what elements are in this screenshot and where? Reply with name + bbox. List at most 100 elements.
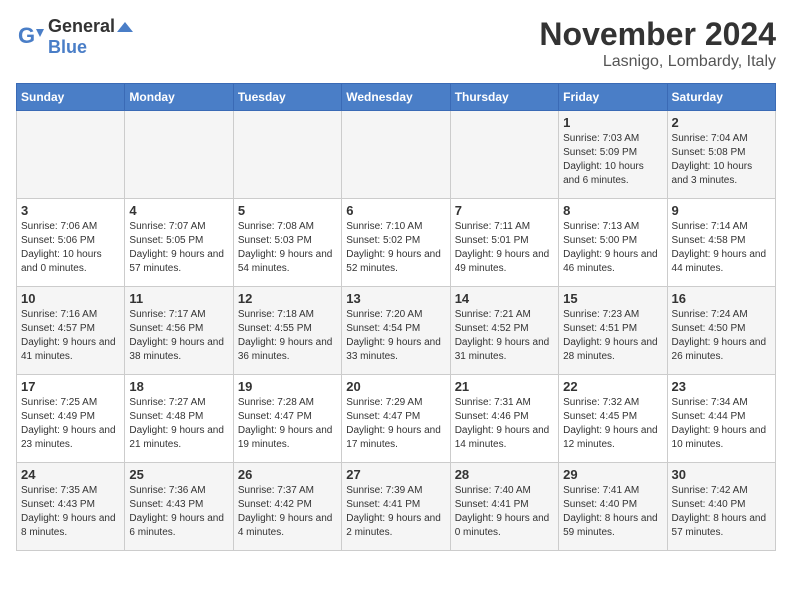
day-number: 23 bbox=[672, 379, 771, 394]
day-info: Sunrise: 7:36 AM Sunset: 4:43 PM Dayligh… bbox=[129, 484, 228, 540]
day-info: Sunrise: 7:24 AM Sunset: 4:50 PM Dayligh… bbox=[672, 308, 771, 364]
calendar-day-cell: 15 Sunrise: 7:23 AM Sunset: 4:51 PM Dayli… bbox=[559, 287, 667, 375]
day-info: Sunrise: 7:39 AM Sunset: 4:41 PM Dayligh… bbox=[346, 484, 445, 540]
calendar-day-cell bbox=[125, 111, 233, 199]
calendar-table: SundayMondayTuesdayWednesdayThursdayFrid… bbox=[16, 83, 776, 551]
logo-icon: G bbox=[16, 23, 44, 51]
calendar-day-cell: 18 Sunrise: 7:27 AM Sunset: 4:48 PM Dayli… bbox=[125, 375, 233, 463]
calendar-day-cell: 16 Sunrise: 7:24 AM Sunset: 4:50 PM Dayli… bbox=[667, 287, 775, 375]
calendar-day-cell: 20 Sunrise: 7:29 AM Sunset: 4:47 PM Dayli… bbox=[342, 375, 450, 463]
day-info: Sunrise: 7:25 AM Sunset: 4:49 PM Dayligh… bbox=[21, 396, 120, 452]
day-number: 3 bbox=[21, 203, 120, 218]
day-number: 18 bbox=[129, 379, 228, 394]
day-number: 11 bbox=[129, 291, 228, 306]
calendar-day-cell: 5Sunrise: 7:08 AM Sunset: 5:03 PM Daylig… bbox=[233, 199, 341, 287]
day-info: Sunrise: 7:03 AM Sunset: 5:09 PM Dayligh… bbox=[563, 132, 662, 188]
calendar-day-cell: 11 Sunrise: 7:17 AM Sunset: 4:56 PM Dayli… bbox=[125, 287, 233, 375]
calendar-header-cell: Sunday bbox=[17, 84, 125, 111]
day-info: Sunrise: 7:13 AM Sunset: 5:00 PM Dayligh… bbox=[563, 220, 662, 276]
day-number: 24 bbox=[21, 467, 120, 482]
day-number: 21 bbox=[455, 379, 554, 394]
day-number: 4 bbox=[129, 203, 228, 218]
day-number: 20 bbox=[346, 379, 445, 394]
calendar-day-cell: 9Sunrise: 7:14 AM Sunset: 4:58 PM Daylig… bbox=[667, 199, 775, 287]
calendar-day-cell: 13 Sunrise: 7:20 AM Sunset: 4:54 PM Dayli… bbox=[342, 287, 450, 375]
day-info: Sunrise: 7:23 AM Sunset: 4:51 PM Dayligh… bbox=[563, 308, 662, 364]
calendar-header-row: SundayMondayTuesdayWednesdayThursdayFrid… bbox=[17, 84, 776, 111]
day-number: 15 bbox=[563, 291, 662, 306]
day-info: Sunrise: 7:06 AM Sunset: 5:06 PM Dayligh… bbox=[21, 220, 120, 276]
day-info: Sunrise: 7:40 AM Sunset: 4:41 PM Dayligh… bbox=[455, 484, 554, 540]
calendar-header-cell: Friday bbox=[559, 84, 667, 111]
main-title: November 2024 bbox=[539, 16, 776, 53]
calendar-day-cell: 19 Sunrise: 7:28 AM Sunset: 4:47 PM Dayli… bbox=[233, 375, 341, 463]
day-info: Sunrise: 7:29 AM Sunset: 4:47 PM Dayligh… bbox=[346, 396, 445, 452]
calendar-day-cell: 12 Sunrise: 7:18 AM Sunset: 4:55 PM Dayli… bbox=[233, 287, 341, 375]
day-number: 8 bbox=[563, 203, 662, 218]
day-number: 2 bbox=[672, 115, 771, 130]
calendar-day-cell: 24Sunrise: 7:35 AM Sunset: 4:43 PM Dayli… bbox=[17, 463, 125, 551]
calendar-day-cell: 26 Sunrise: 7:37 AM Sunset: 4:42 PM Dayli… bbox=[233, 463, 341, 551]
day-info: Sunrise: 7:27 AM Sunset: 4:48 PM Dayligh… bbox=[129, 396, 228, 452]
calendar-header-cell: Monday bbox=[125, 84, 233, 111]
logo-blue: Blue bbox=[48, 37, 87, 57]
calendar-week-row: 17Sunrise: 7:25 AM Sunset: 4:49 PM Dayli… bbox=[17, 375, 776, 463]
header: G General Blue November 2024 Lasnigo, Lo… bbox=[16, 16, 776, 71]
svg-text:G: G bbox=[18, 23, 35, 48]
calendar-day-cell: 6Sunrise: 7:10 AM Sunset: 5:02 PM Daylig… bbox=[342, 199, 450, 287]
calendar-week-row: 1 Sunrise: 7:03 AM Sunset: 5:09 PM Daylig… bbox=[17, 111, 776, 199]
calendar-day-cell: 10Sunrise: 7:16 AM Sunset: 4:57 PM Dayli… bbox=[17, 287, 125, 375]
calendar-week-row: 24Sunrise: 7:35 AM Sunset: 4:43 PM Dayli… bbox=[17, 463, 776, 551]
day-info: Sunrise: 7:34 AM Sunset: 4:44 PM Dayligh… bbox=[672, 396, 771, 452]
day-number: 29 bbox=[563, 467, 662, 482]
calendar-day-cell bbox=[233, 111, 341, 199]
day-number: 12 bbox=[238, 291, 337, 306]
calendar-day-cell: 2 Sunrise: 7:04 AM Sunset: 5:08 PM Daylig… bbox=[667, 111, 775, 199]
calendar-day-cell: 4 Sunrise: 7:07 AM Sunset: 5:05 PM Daylig… bbox=[125, 199, 233, 287]
day-info: Sunrise: 7:14 AM Sunset: 4:58 PM Dayligh… bbox=[672, 220, 771, 276]
calendar-day-cell: 21 Sunrise: 7:31 AM Sunset: 4:46 PM Dayli… bbox=[450, 375, 558, 463]
day-number: 25 bbox=[129, 467, 228, 482]
day-number: 30 bbox=[672, 467, 771, 482]
calendar-body: 1 Sunrise: 7:03 AM Sunset: 5:09 PM Daylig… bbox=[17, 111, 776, 551]
day-number: 28 bbox=[455, 467, 554, 482]
calendar-header-cell: Wednesday bbox=[342, 84, 450, 111]
calendar-week-row: 10Sunrise: 7:16 AM Sunset: 4:57 PM Dayli… bbox=[17, 287, 776, 375]
day-info: Sunrise: 7:37 AM Sunset: 4:42 PM Dayligh… bbox=[238, 484, 337, 540]
calendar-day-cell: 8 Sunrise: 7:13 AM Sunset: 5:00 PM Daylig… bbox=[559, 199, 667, 287]
day-info: Sunrise: 7:18 AM Sunset: 4:55 PM Dayligh… bbox=[238, 308, 337, 364]
calendar-day-cell: 1 Sunrise: 7:03 AM Sunset: 5:09 PM Daylig… bbox=[559, 111, 667, 199]
calendar-day-cell: 17Sunrise: 7:25 AM Sunset: 4:49 PM Dayli… bbox=[17, 375, 125, 463]
day-info: Sunrise: 7:42 AM Sunset: 4:40 PM Dayligh… bbox=[672, 484, 771, 540]
calendar-week-row: 3 Sunrise: 7:06 AM Sunset: 5:06 PM Daylig… bbox=[17, 199, 776, 287]
day-info: Sunrise: 7:07 AM Sunset: 5:05 PM Dayligh… bbox=[129, 220, 228, 276]
calendar-day-cell bbox=[17, 111, 125, 199]
calendar-header-cell: Thursday bbox=[450, 84, 558, 111]
day-info: Sunrise: 7:21 AM Sunset: 4:52 PM Dayligh… bbox=[455, 308, 554, 364]
day-info: Sunrise: 7:04 AM Sunset: 5:08 PM Dayligh… bbox=[672, 132, 771, 188]
logo-general: General bbox=[48, 16, 115, 37]
day-number: 22 bbox=[563, 379, 662, 394]
calendar-day-cell bbox=[342, 111, 450, 199]
calendar-day-cell: 29 Sunrise: 7:41 AM Sunset: 4:40 PM Dayli… bbox=[559, 463, 667, 551]
calendar-header-cell: Saturday bbox=[667, 84, 775, 111]
day-number: 7 bbox=[455, 203, 554, 218]
day-info: Sunrise: 7:20 AM Sunset: 4:54 PM Dayligh… bbox=[346, 308, 445, 364]
day-number: 27 bbox=[346, 467, 445, 482]
day-info: Sunrise: 7:17 AM Sunset: 4:56 PM Dayligh… bbox=[129, 308, 228, 364]
day-info: Sunrise: 7:32 AM Sunset: 4:45 PM Dayligh… bbox=[563, 396, 662, 452]
day-number: 16 bbox=[672, 291, 771, 306]
day-info: Sunrise: 7:31 AM Sunset: 4:46 PM Dayligh… bbox=[455, 396, 554, 452]
day-info: Sunrise: 7:11 AM Sunset: 5:01 PM Dayligh… bbox=[455, 220, 554, 276]
calendar-day-cell: 14Sunrise: 7:21 AM Sunset: 4:52 PM Dayli… bbox=[450, 287, 558, 375]
calendar-day-cell: 25 Sunrise: 7:36 AM Sunset: 4:43 PM Dayli… bbox=[125, 463, 233, 551]
day-number: 19 bbox=[238, 379, 337, 394]
day-number: 26 bbox=[238, 467, 337, 482]
day-number: 13 bbox=[346, 291, 445, 306]
day-number: 10 bbox=[21, 291, 120, 306]
day-info: Sunrise: 7:08 AM Sunset: 5:03 PM Dayligh… bbox=[238, 220, 337, 276]
day-info: Sunrise: 7:41 AM Sunset: 4:40 PM Dayligh… bbox=[563, 484, 662, 540]
day-number: 6 bbox=[346, 203, 445, 218]
day-number: 1 bbox=[563, 115, 662, 130]
day-info: Sunrise: 7:28 AM Sunset: 4:47 PM Dayligh… bbox=[238, 396, 337, 452]
